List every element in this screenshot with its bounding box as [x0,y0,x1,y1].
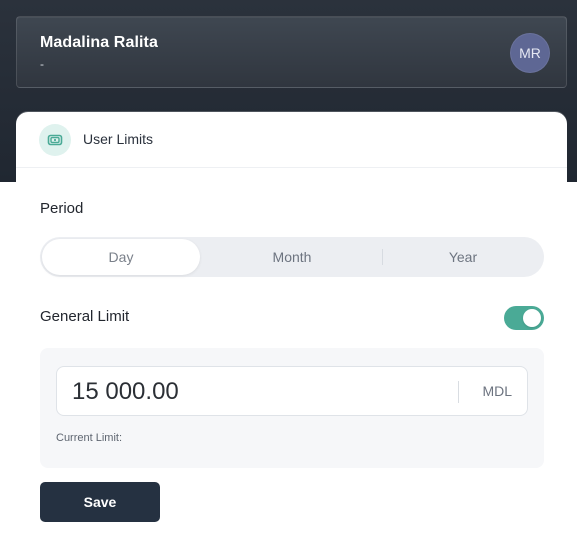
amount-input[interactable] [72,378,452,406]
panel-title: User Limits [83,131,154,147]
user-subtitle: - [40,57,44,71]
period-year-tab[interactable]: Year [384,239,542,275]
avatar[interactable]: MR [510,33,550,73]
save-button[interactable]: Save [40,482,160,522]
current-limit-label: Current Limit: [56,432,123,444]
period-selector: Day Month Year [40,237,544,277]
panel-header: User Limits [16,112,567,168]
period-month-tab[interactable]: Month [206,239,378,275]
currency-divider [458,381,459,403]
amount-field: MDL [56,366,528,416]
user-limits-page: Madalina Ralita - MR User Limits Period … [0,0,577,552]
period-divider [382,249,383,265]
period-label: Period [40,200,84,217]
general-limit-toggle[interactable] [504,306,544,330]
currency-label: MDL [482,383,512,399]
toggle-knob [523,309,541,327]
wallet-icon [39,124,71,156]
user-limits-panel: User Limits Period Day Month Year Genera… [16,112,567,546]
general-limit-label: General Limit [40,308,130,325]
period-day-tab[interactable]: Day [42,239,200,275]
user-name: Madalina Ralita [40,34,158,51]
limit-box: MDL Current Limit: [40,348,544,468]
user-card: Madalina Ralita - MR [16,16,567,88]
